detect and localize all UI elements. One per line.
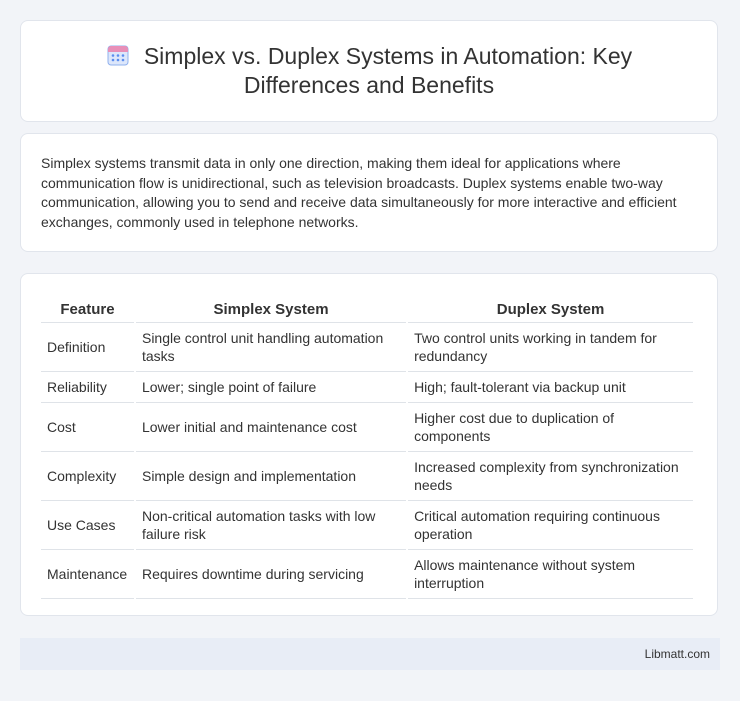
duplex-cell: High; fault-tolerant via backup unit <box>408 372 693 403</box>
duplex-cell: Higher cost due to duplication of compon… <box>408 403 693 452</box>
table-row: Maintenance Requires downtime during ser… <box>41 550 693 599</box>
comparison-card: Feature Simplex System Duplex System Def… <box>20 273 718 616</box>
feature-cell: Reliability <box>41 372 134 403</box>
comparison-table: Feature Simplex System Duplex System Def… <box>39 294 695 599</box>
intro-card: Simplex systems transmit data in only on… <box>20 133 718 252</box>
header-feature: Feature <box>41 294 134 323</box>
simplex-cell: Lower initial and maintenance cost <box>135 403 407 452</box>
page-title: Simplex vs. Duplex Systems in Automation… <box>143 43 633 98</box>
feature-cell: Maintenance <box>41 550 134 599</box>
duplex-cell: Two control units working in tandem for … <box>408 323 693 372</box>
header-card: Simplex vs. Duplex Systems in Automation… <box>20 20 718 122</box>
feature-cell: Use Cases <box>41 501 134 550</box>
table-header-row: Feature Simplex System Duplex System <box>41 294 693 323</box>
table-row: Use Cases Non-critical automation tasks … <box>41 501 693 550</box>
table-row: Definition Single control unit handling … <box>41 323 693 372</box>
simplex-cell: Non-critical automation tasks with low f… <box>135 501 407 550</box>
simplex-cell: Lower; single point of failure <box>135 372 407 403</box>
calendar-icon <box>107 45 129 66</box>
simplex-cell: Simple design and implementation <box>135 452 407 501</box>
table-row: Reliability Lower; single point of failu… <box>41 372 693 403</box>
table-row: Complexity Simple design and implementat… <box>41 452 693 501</box>
header-simplex: Simplex System <box>135 294 407 323</box>
duplex-cell: Critical automation requiring continuous… <box>408 501 693 550</box>
feature-cell: Cost <box>41 403 134 452</box>
header-duplex: Duplex System <box>408 294 693 323</box>
page-title-container: Simplex vs. Duplex Systems in Automation… <box>89 42 649 100</box>
feature-cell: Definition <box>41 323 134 372</box>
duplex-cell: Increased complexity from synchronizatio… <box>408 452 693 501</box>
intro-paragraph: Simplex systems transmit data in only on… <box>41 155 677 230</box>
simplex-cell: Requires downtime during servicing <box>135 550 407 599</box>
table-row: Cost Lower initial and maintenance cost … <box>41 403 693 452</box>
simplex-cell: Single control unit handling automation … <box>135 323 407 372</box>
footer-site-link[interactable]: Libmatt.com <box>645 647 710 661</box>
duplex-cell: Allows maintenance without system interr… <box>408 550 693 599</box>
feature-cell: Complexity <box>41 452 134 501</box>
footer: Libmatt.com <box>20 638 720 670</box>
